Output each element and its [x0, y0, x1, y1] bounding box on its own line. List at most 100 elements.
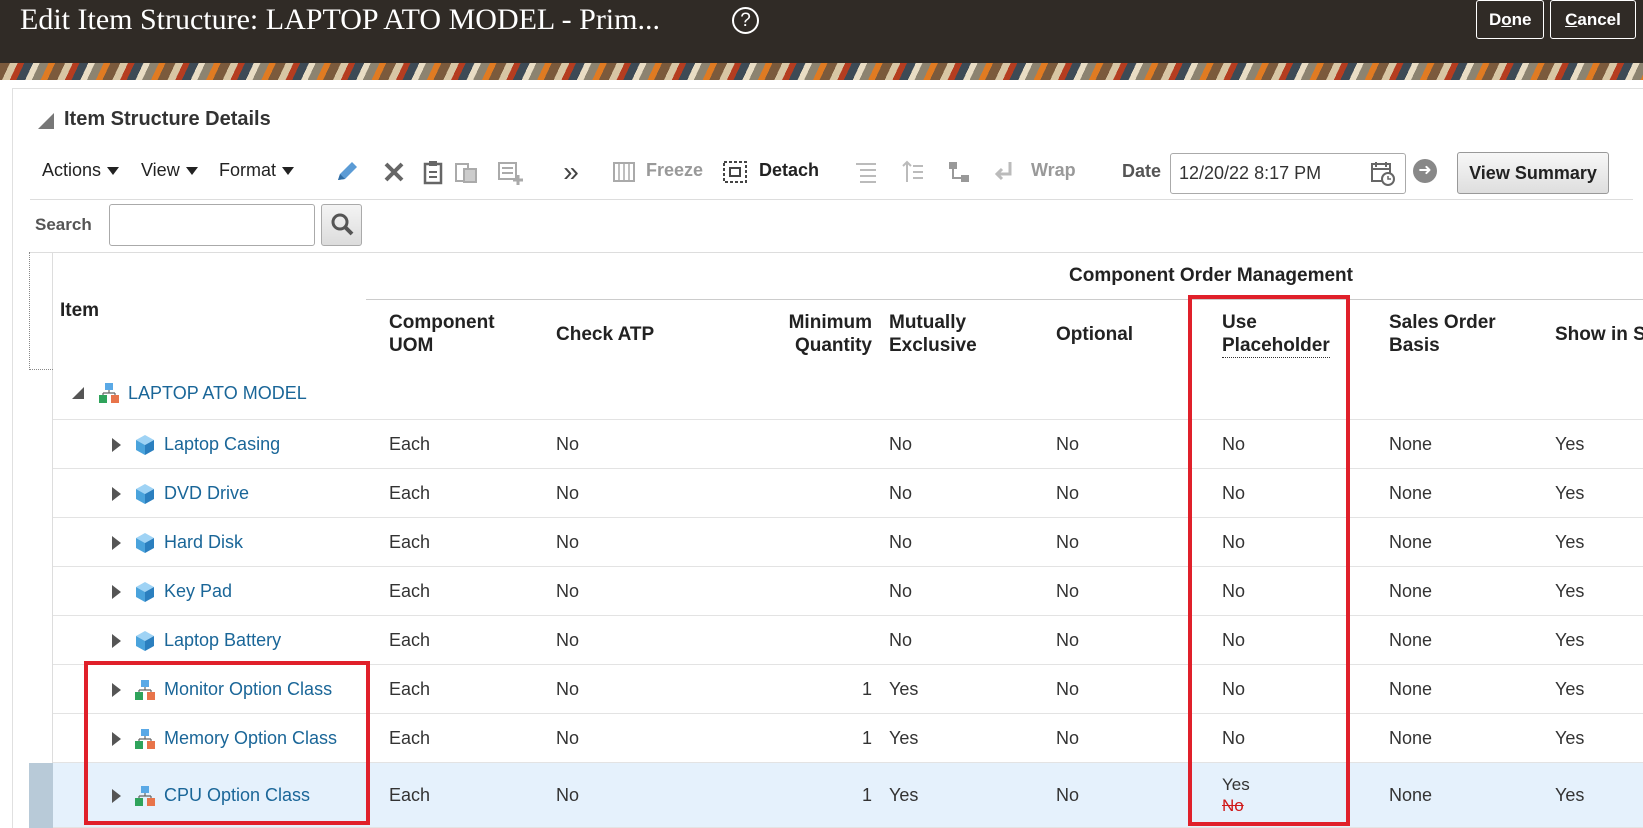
view-summary-button[interactable]: View Summary: [1457, 152, 1609, 194]
header-line: Minimum: [788, 312, 872, 333]
expand-triangle-icon[interactable]: [112, 633, 121, 648]
page-title: Edit Item Structure: LAPTOP ATO MODEL - …: [20, 3, 660, 36]
cell-min-quantity: 1: [861, 678, 872, 699]
paste-icon: [455, 163, 477, 183]
delete-x-icon[interactable]: [380, 158, 408, 186]
cell-min-quantity: 1: [861, 784, 872, 805]
item-link[interactable]: Laptop Battery: [164, 630, 281, 651]
item-cube-icon: [136, 483, 154, 504]
format-menu[interactable]: Format: [219, 160, 295, 181]
cell-sales-order-basis: None: [1389, 784, 1433, 805]
chevron-down-icon: [185, 167, 198, 176]
column-header-check-atp[interactable]: Check ATP: [556, 323, 654, 346]
cell-min-quantity: 1: [861, 727, 872, 748]
help-circle-icon[interactable]: ?: [732, 7, 759, 34]
detach-label[interactable]: Detach: [759, 160, 819, 181]
cancel-label: Cancel: [1565, 9, 1621, 29]
item-link[interactable]: Hard Disk: [164, 532, 243, 553]
column-header-mutually-exclusive[interactable]: Mutually Exclusive: [889, 311, 977, 357]
wrap-icon: [994, 162, 1012, 181]
expand-triangle-icon[interactable]: [112, 486, 121, 501]
view-menu[interactable]: View: [141, 160, 198, 181]
cell-show-in: Yes: [1555, 531, 1585, 552]
cell-optional: No: [1056, 678, 1080, 699]
item-link[interactable]: DVD Drive: [164, 483, 249, 504]
format-label: Format: [219, 160, 277, 180]
cell-check-atp: No: [556, 433, 580, 454]
cell-show-in: Yes: [1555, 727, 1585, 748]
cancel-button[interactable]: Cancel: [1550, 0, 1636, 39]
expand-triangle-icon[interactable]: [112, 437, 121, 452]
expand-triangle-icon[interactable]: [112, 584, 121, 599]
cell-show-in: Yes: [1555, 629, 1585, 650]
go-arrow-icon[interactable]: ➜: [1413, 159, 1437, 183]
cell-mutually-exclusive: No: [889, 531, 913, 552]
done-button[interactable]: Done: [1476, 0, 1544, 39]
column-header-uom[interactable]: Component UOM: [389, 311, 495, 357]
cell-uom: Each: [389, 433, 431, 454]
section-collapse-icon[interactable]: [38, 113, 54, 129]
cell-mutually-exclusive: Yes: [889, 727, 919, 748]
clipboard-icon[interactable]: [419, 158, 447, 186]
column-header-item[interactable]: Item: [60, 299, 99, 322]
section-title: Item Structure Details: [64, 108, 271, 130]
row-header-column: [29, 252, 53, 828]
cell-show-in: Yes: [1555, 433, 1585, 454]
use-placeholder-highlight-box: [1188, 295, 1350, 826]
option-class-icon: [99, 383, 119, 403]
wrap-label: Wrap: [1031, 160, 1076, 180]
cell-sales-order-basis: None: [1389, 580, 1433, 601]
item-cube-icon: [136, 630, 154, 651]
cell-check-atp: No: [556, 531, 580, 552]
column-header-sales-order-basis[interactable]: Sales Order Basis: [1389, 311, 1496, 357]
cell-optional: No: [1056, 531, 1080, 552]
cell-show-in: Yes: [1555, 482, 1585, 503]
more-chevrons-icon[interactable]: »: [557, 158, 585, 186]
cell-optional: No: [1056, 727, 1080, 748]
actions-menu[interactable]: Actions: [42, 160, 120, 181]
header-line: UOM: [389, 335, 434, 356]
search-button[interactable]: [321, 204, 362, 246]
cell-uom: Each: [389, 727, 431, 748]
expand-triangle-icon[interactable]: [112, 535, 121, 550]
cell-show-in: Yes: [1555, 580, 1585, 601]
cell-optional: No: [1056, 580, 1080, 601]
magnifier-icon: [331, 213, 353, 235]
cell-uom: Each: [389, 629, 431, 650]
option-classes-highlight-box: [84, 661, 370, 825]
cell-mutually-exclusive: Yes: [889, 678, 919, 699]
root-item-link[interactable]: LAPTOP ATO MODEL: [128, 383, 307, 404]
toolbar-divider: [30, 199, 1633, 200]
pencil-icon[interactable]: [333, 158, 361, 186]
chevron-down-icon: [282, 167, 295, 176]
cell-mutually-exclusive: Yes: [889, 784, 919, 805]
column-header-show-in[interactable]: Show in S: [1555, 323, 1643, 346]
cell-check-atp: No: [556, 784, 580, 805]
item-cube-icon: [136, 581, 154, 602]
cell-uom: Each: [389, 784, 431, 805]
column-divider: [29, 369, 53, 370]
header-line: Exclusive: [889, 335, 977, 356]
view-summary-label: View Summary: [1469, 162, 1597, 183]
search-input[interactable]: [109, 204, 315, 246]
calendar-icon[interactable]: [1370, 160, 1396, 186]
collapse-triangle-icon[interactable]: [72, 387, 84, 399]
column-divider: [29, 252, 30, 370]
cell-uom: Each: [389, 482, 431, 503]
column-header-min-quantity[interactable]: Minimum Quantity: [780, 311, 872, 357]
cell-mutually-exclusive: No: [889, 580, 913, 601]
selected-row-marker: [29, 763, 53, 828]
item-cube-icon: [136, 532, 154, 553]
cell-mutually-exclusive: No: [889, 482, 913, 503]
actions-label: Actions: [42, 160, 102, 180]
column-header-optional[interactable]: Optional: [1056, 323, 1133, 346]
item-cube-icon: [136, 434, 154, 455]
item-link[interactable]: Laptop Casing: [164, 434, 280, 455]
cell-check-atp: No: [556, 678, 580, 699]
detach-icon[interactable]: [721, 158, 749, 186]
cell-check-atp: No: [556, 727, 580, 748]
view-label: View: [141, 160, 180, 180]
item-link[interactable]: Key Pad: [164, 581, 232, 602]
header-line: Basis: [1389, 335, 1440, 356]
collapse-icon: [856, 163, 876, 183]
